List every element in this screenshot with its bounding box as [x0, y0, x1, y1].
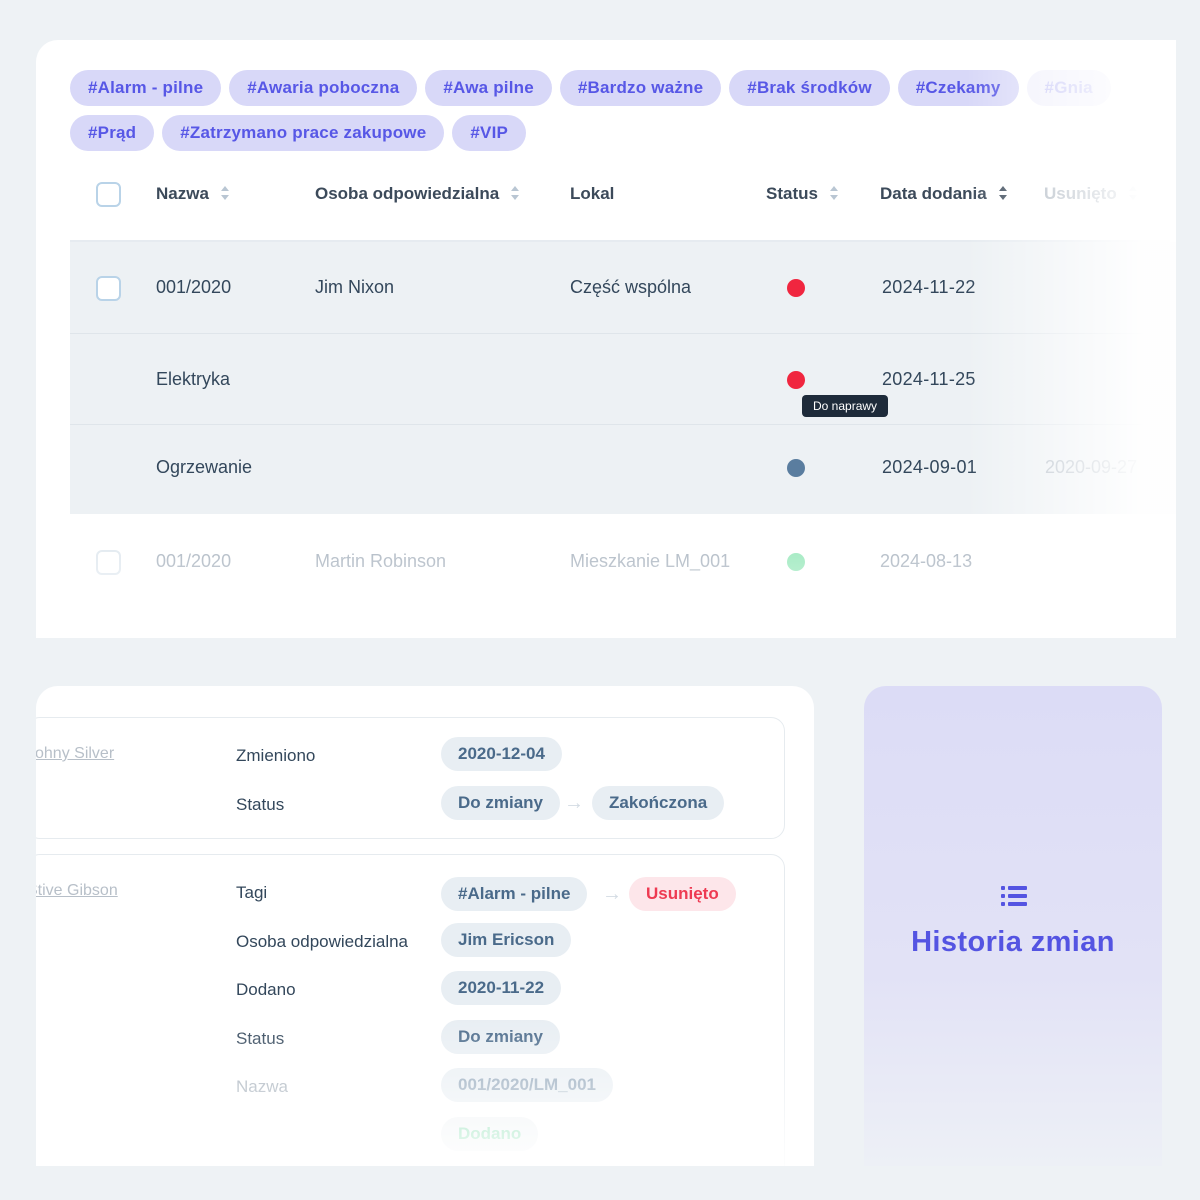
row-data-dodania: 2024-11-25 — [882, 369, 976, 389]
table-row[interactable]: 001/2020 Martin Robinson Mieszkanie LM_0… — [70, 514, 1176, 614]
history-user-link[interactable]: Johny Silver — [36, 745, 114, 763]
row-lokal: Część wspólna — [570, 277, 692, 297]
sort-icon[interactable] — [511, 185, 520, 200]
select-all-checkbox[interactable] — [96, 182, 121, 207]
row-nazwa: Elektryka — [156, 369, 231, 389]
arrow-right-icon: → — [602, 883, 622, 905]
tag-row-1: #Alarm - pilne #Awaria poboczna #Awa pil… — [70, 70, 1176, 106]
history-field-label: Zmieniono — [236, 746, 316, 765]
row-lokal: Mieszkanie LM_001 — [570, 551, 731, 571]
history-new-value-chip: Zakończona — [592, 786, 725, 820]
row-data-dodania: 2024-08-13 — [880, 551, 973, 571]
tag-chip[interactable]: #Prąd — [70, 115, 155, 151]
column-header-osoba[interactable]: Osoba odpowiedzialna — [315, 166, 520, 222]
history-field-label: Osoba odpowiedzialna — [236, 932, 409, 951]
tag-chip[interactable]: #Awaria poboczna — [229, 70, 418, 106]
history-panel-title: Historia zmian — [911, 926, 1115, 958]
history-panel-button[interactable]: Historia zmian — [864, 686, 1162, 1166]
history-field-label: Status — [236, 795, 285, 814]
row-checkbox[interactable] — [96, 550, 121, 575]
history-field-label: Status — [236, 1029, 285, 1048]
history-entry: Johny Silver Zmieniono 2020-12-04 Status… — [36, 717, 785, 839]
column-header-data-dodania[interactable]: Data dodania — [880, 166, 1007, 222]
history-field-label: Tagi — [236, 883, 268, 902]
history-value-chip: 2020-11-22 — [441, 971, 562, 1005]
row-nazwa: Ogrzewanie — [156, 457, 253, 477]
table-row-child[interactable]: Ogrzewanie 2024-09-01 2020-09-27 — [70, 425, 1176, 514]
history-old-value-chip: #Alarm - pilne — [441, 877, 588, 911]
history-value-chip: Do zmiany — [441, 1020, 561, 1054]
sort-icon[interactable] — [998, 185, 1007, 200]
history-value-chip: Dodano — [441, 1117, 539, 1151]
tag-row-2: #Prąd #Zatrzymano prace zakupowe #VIP — [70, 115, 1176, 151]
row-osoba: Jim Nixon — [315, 277, 395, 297]
status-dot[interactable] — [787, 459, 805, 477]
history-new-value-chip: Usunięto — [629, 877, 736, 911]
history-value-chip: Jim Ericson — [441, 923, 572, 957]
tag-chip[interactable]: #Zatrzymano prace zakupowe — [162, 115, 445, 151]
change-history-card: Johny Silver Zmieniono 2020-12-04 Status… — [36, 686, 814, 1166]
history-entry: Stive Gibson Tagi #Alarm - pilne → Usuni… — [36, 854, 785, 1166]
tag-chip[interactable]: #Brak środków — [729, 70, 890, 106]
column-header-label: Status — [766, 184, 818, 203]
history-old-value-chip: Do zmiany — [441, 786, 561, 820]
row-data-dodania: 2024-11-22 — [882, 277, 976, 297]
column-header-label: Osoba odpowiedzialna — [315, 184, 500, 203]
column-header-usunieto[interactable]: Usunięto — [1044, 166, 1137, 222]
tag-chip[interactable]: #Alarm - pilne — [70, 70, 222, 106]
row-nazwa: 001/2020 — [156, 551, 232, 571]
column-header-label: Data dodania — [880, 184, 987, 203]
tag-chip[interactable]: #Czekamy — [897, 70, 1019, 106]
status-tooltip: Do naprawy — [802, 395, 889, 417]
status-dot[interactable] — [787, 553, 805, 571]
row-data-dodania: 2024-09-01 — [882, 457, 978, 477]
tag-chip[interactable]: #Gnia — [1026, 70, 1111, 106]
sort-icon[interactable] — [220, 185, 229, 200]
status-dot[interactable] — [787, 371, 805, 389]
column-header-label: Nazwa — [156, 184, 209, 203]
status-dot[interactable] — [787, 279, 805, 297]
tasks-table-card: #Alarm - pilne #Awaria poboczna #Awa pil… — [36, 40, 1176, 638]
history-field-label: Nazwa — [236, 1077, 288, 1096]
column-header-lokal[interactable]: Lokal — [570, 166, 614, 222]
row-usunieto: 2020-09-27 — [1045, 457, 1138, 477]
history-field-label: Dodano — [236, 980, 296, 999]
column-header-nazwa[interactable]: Nazwa — [156, 166, 229, 222]
column-header-label: Lokal — [570, 184, 615, 203]
column-header-status[interactable]: Status — [766, 166, 838, 222]
arrow-right-icon: → — [564, 792, 584, 814]
table-row[interactable]: 001/2020 Jim Nixon Część wspólna 2024-11… — [70, 242, 1176, 334]
history-value-chip: 001/2020/LM_001 — [441, 1068, 613, 1102]
row-osoba: Martin Robinson — [315, 551, 447, 571]
row-checkbox[interactable] — [96, 276, 121, 301]
list-icon — [1001, 886, 1027, 906]
tag-chip[interactable]: #Awa pilne — [425, 70, 552, 106]
column-header-label: Usunięto — [1044, 184, 1117, 203]
sort-icon[interactable] — [1128, 185, 1137, 200]
tag-chip[interactable]: #VIP — [452, 115, 527, 151]
sort-icon[interactable] — [829, 185, 838, 200]
table-row-child[interactable]: Elektryka 2024-11-25 Do naprawy — [70, 334, 1176, 425]
tag-filter-bar: #Alarm - pilne #Awaria poboczna #Awa pil… — [70, 70, 1176, 160]
row-nazwa: 001/2020 — [156, 277, 232, 297]
table-header: Nazwa Osoba odpowiedzialna Lokal Status … — [70, 166, 1170, 242]
tag-chip[interactable]: #Bardzo ważne — [559, 70, 722, 106]
history-value-chip: 2020-12-04 — [441, 737, 562, 771]
history-user-link[interactable]: Stive Gibson — [36, 882, 118, 900]
